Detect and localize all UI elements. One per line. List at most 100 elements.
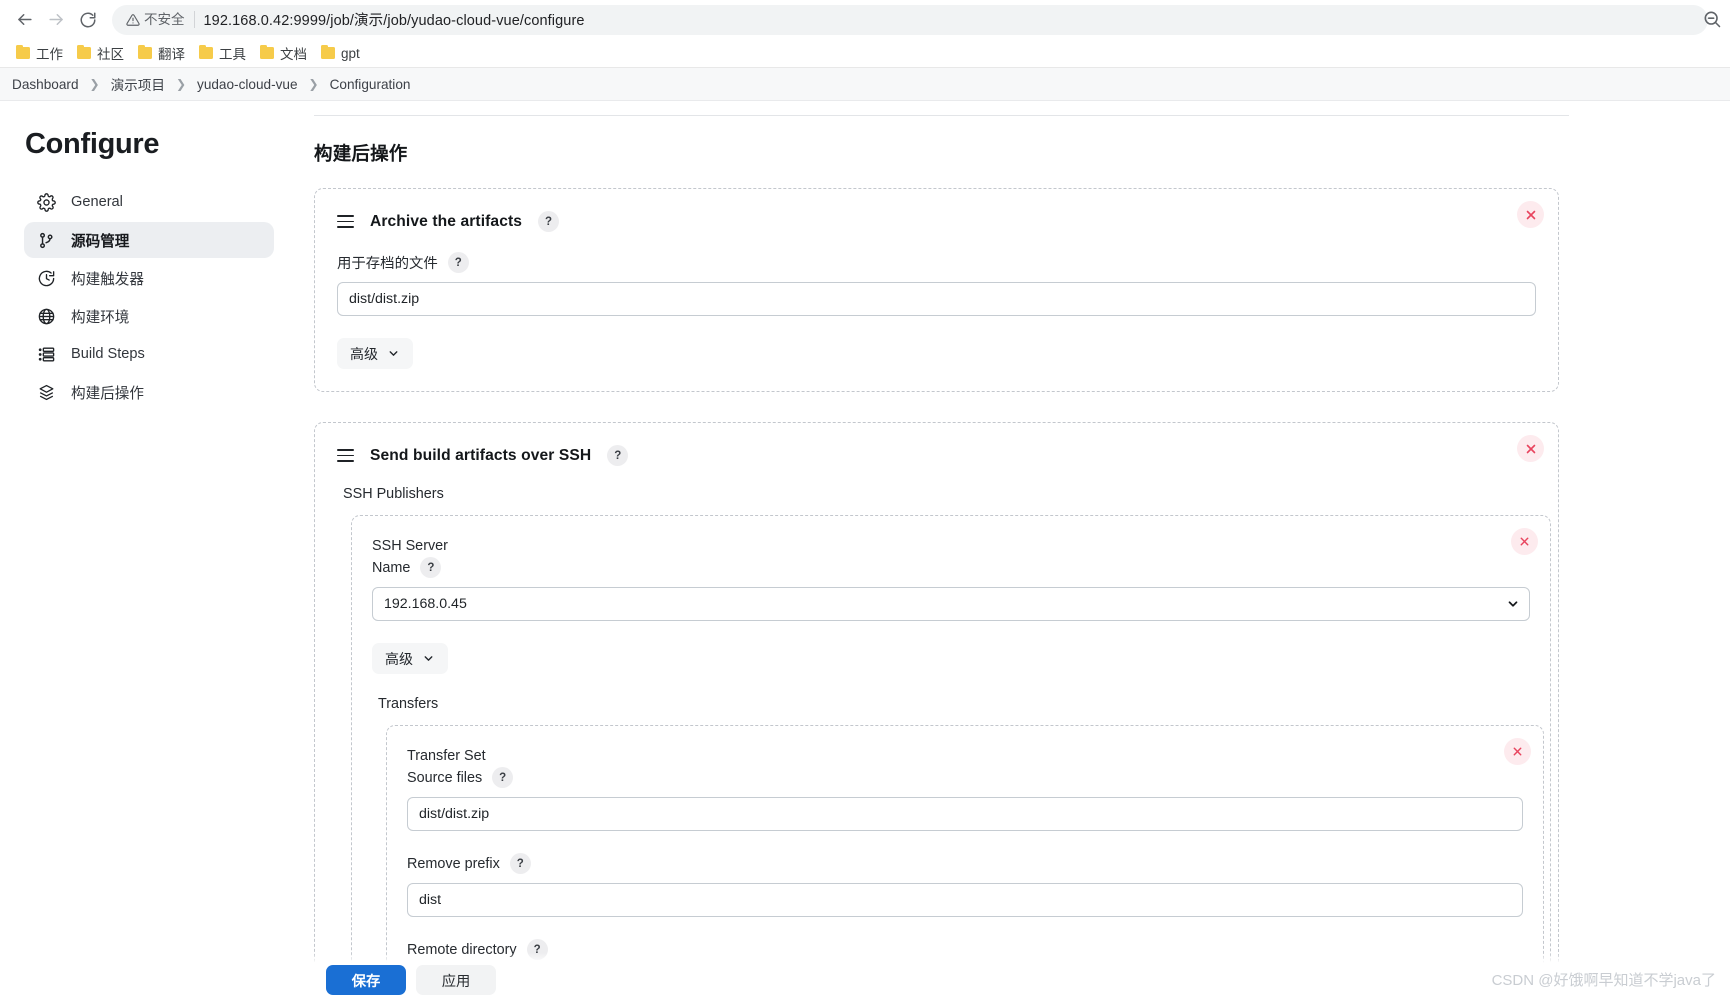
archive-files-field: 用于存档的文件 ?	[337, 252, 1536, 316]
source-files-label: Source files	[407, 769, 483, 786]
transfer-set-card: Transfer Set Source files ? Remove prefi…	[386, 725, 1544, 997]
folder-icon	[77, 44, 91, 59]
transfer-set-label-group: Transfer Set Source files ?	[407, 748, 1523, 788]
address-bar[interactable]: 不安全 192.168.0.42:9999/job/演示/job/yudao-c…	[112, 4, 1708, 35]
ssh-server-name-field: SSH Server Name ? 192.168.0.45	[372, 538, 1530, 621]
section-divider	[314, 115, 1569, 116]
remove-prefix-input[interactable]	[407, 883, 1523, 917]
folder-icon	[321, 44, 335, 59]
bookmark-label: 翻译	[158, 47, 185, 62]
folder-icon	[16, 44, 30, 59]
drag-handle-icon[interactable]	[337, 449, 354, 462]
bookmark-item[interactable]: 文档	[254, 40, 315, 66]
ssh-publishers-label: SSH Publishers	[343, 486, 444, 502]
sidebar-item-post-build-actions[interactable]: 构建后操作	[24, 374, 274, 410]
back-arrow-icon	[15, 10, 34, 29]
remote-directory-label: Remote directory	[407, 941, 517, 958]
send-artifacts-ssh-card: Send build artifacts over SSH ? SSH Publ…	[314, 422, 1559, 997]
archive-card-title: Archive the artifacts	[370, 212, 523, 230]
delete-transfer-set-button[interactable]	[1504, 738, 1531, 765]
folder-icon	[138, 44, 152, 59]
bookmark-item[interactable]: 工作	[10, 40, 71, 66]
ssh-server-label: SSH Server	[372, 538, 448, 554]
help-icon[interactable]: ?	[509, 853, 531, 874]
breadcrumb-item-job[interactable]: yudao-cloud-vue	[191, 77, 304, 92]
sidebar-item-label: Build Steps	[71, 346, 145, 362]
back-button[interactable]	[8, 4, 40, 36]
archive-files-label: 用于存档的文件	[337, 256, 438, 272]
sidebar-item-label: 构建触发器	[71, 271, 144, 288]
bookmark-item[interactable]: 翻译	[132, 40, 193, 66]
browser-toolbar: 不安全 192.168.0.42:9999/job/演示/job/yudao-c…	[0, 0, 1730, 39]
zoom-out-icon[interactable]	[1702, 9, 1724, 31]
bookmarks-bar: 工作 社区 翻译 工具 文档 gpt	[0, 39, 1730, 67]
browser-chrome: 不安全 192.168.0.42:9999/job/演示/job/yudao-c…	[0, 0, 1730, 68]
delete-archive-artifacts-button[interactable]	[1517, 201, 1544, 228]
help-icon[interactable]: ?	[538, 211, 560, 232]
breadcrumb-item-dashboard[interactable]: Dashboard	[12, 77, 85, 92]
security-indicator[interactable]: 不安全	[126, 11, 195, 28]
remove-prefix-label: Remove prefix	[407, 855, 500, 872]
ssh-server-name-select[interactable]: 192.168.0.45	[372, 587, 1530, 621]
chevron-down-icon	[387, 347, 400, 360]
archive-artifacts-card: Archive the artifacts ? 用于存档的文件 ? 高级	[314, 188, 1559, 392]
help-icon[interactable]: ?	[447, 252, 469, 273]
bookmark-label: 文档	[280, 47, 307, 62]
chevron-down-icon	[422, 652, 435, 665]
page-title: Configure	[25, 128, 160, 160]
sidebar-item-build-triggers[interactable]: 构建触发器	[24, 260, 274, 296]
apply-button[interactable]: 应用	[416, 965, 496, 995]
breadcrumb-item-configuration[interactable]: Configuration	[324, 77, 417, 92]
drag-handle-icon[interactable]	[337, 215, 354, 228]
ssh-server-advanced-button[interactable]: 高级	[372, 643, 448, 674]
delete-ssh-publisher-button[interactable]	[1511, 528, 1538, 555]
archive-advanced-label: 高级	[350, 345, 378, 362]
url-text: 192.168.0.42:9999/job/演示/job/yudao-cloud…	[203, 13, 585, 29]
source-branch-icon	[36, 230, 56, 250]
sidebar-item-general[interactable]: General	[24, 184, 274, 220]
sidebar-item-build-environment[interactable]: 构建环境	[24, 298, 274, 334]
bookmark-label: 工作	[36, 47, 63, 62]
ssh-publisher-card: SSH Server Name ? 192.168.0.45 高级 Transf…	[351, 515, 1551, 997]
main-content: 构建后操作 Archive the artifacts ? 用于存档的文件 ? …	[298, 101, 1730, 997]
reload-button[interactable]	[72, 4, 104, 36]
form-action-bar: 保存 应用 CSDN @好饿啊早知道不学java了	[0, 963, 1730, 997]
archive-files-input[interactable]	[337, 282, 1536, 316]
forward-button[interactable]	[40, 4, 72, 36]
bookmark-label: gpt	[341, 45, 360, 61]
sidebar-nav: General 源码管理 构建触发器 构建环境 Build Steps 构建后操…	[24, 184, 274, 410]
sidebar-item-source-control[interactable]: 源码管理	[24, 222, 274, 258]
bookmark-label: 社区	[97, 47, 124, 62]
ssh-card-header: Send build artifacts over SSH ?	[337, 445, 1536, 466]
source-files-input[interactable]	[407, 797, 1523, 831]
remove-prefix-field: Remove prefix ?	[407, 853, 1523, 917]
forward-arrow-icon	[47, 10, 66, 29]
breadcrumb-item-project[interactable]: 演示项目	[105, 74, 171, 94]
bookmark-item[interactable]: 社区	[71, 40, 132, 66]
globe-icon	[36, 306, 56, 326]
help-icon[interactable]: ?	[492, 767, 514, 788]
ssh-server-name-label: Name	[372, 559, 411, 576]
archive-files-label-row: 用于存档的文件 ?	[337, 252, 1536, 273]
ssh-server-name-label-group: SSH Server Name ?	[372, 538, 1530, 578]
help-icon[interactable]: ?	[607, 445, 629, 466]
delete-send-artifacts-ssh-button[interactable]	[1517, 435, 1544, 462]
configure-sidebar: Configure General 源码管理 构建触发器 构建环境 Build …	[0, 101, 298, 997]
bookmark-item[interactable]: gpt	[315, 43, 368, 64]
save-button[interactable]: 保存	[326, 965, 406, 995]
security-label: 不安全	[144, 12, 185, 27]
sidebar-item-build-steps[interactable]: Build Steps	[24, 336, 274, 372]
transfer-set-label: Transfer Set	[407, 748, 486, 764]
help-icon[interactable]: ?	[526, 939, 548, 960]
archive-card-header: Archive the artifacts ?	[337, 211, 1536, 232]
sidebar-item-label: 构建环境	[71, 309, 130, 326]
cube-stack-icon	[36, 382, 56, 402]
bookmark-item[interactable]: 工具	[193, 40, 254, 66]
close-x-icon	[1525, 443, 1537, 455]
archive-advanced-button[interactable]: 高级	[337, 338, 413, 369]
source-files-field: Transfer Set Source files ?	[407, 748, 1523, 831]
gear-icon	[36, 192, 56, 212]
sidebar-item-label: 源码管理	[71, 233, 130, 250]
warning-triangle-icon	[126, 13, 140, 27]
help-icon[interactable]: ?	[420, 557, 442, 578]
